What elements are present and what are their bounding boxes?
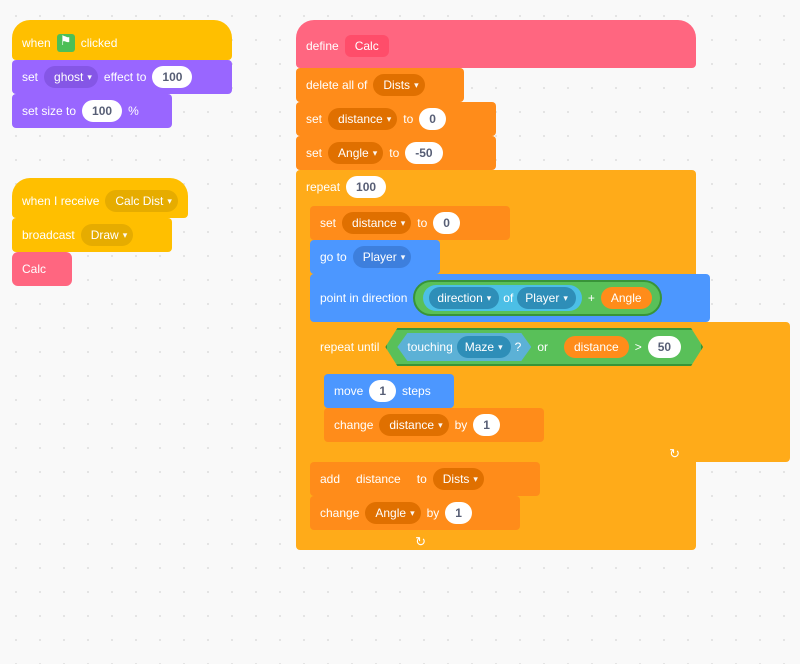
label: move <box>334 384 363 398</box>
dropdown-broadcast[interactable]: Draw <box>81 224 134 246</box>
block-go-to-player[interactable]: go to Player <box>310 240 440 274</box>
label: go to <box>320 250 347 264</box>
label: set <box>306 112 322 126</box>
label: change <box>320 506 359 520</box>
input-one[interactable]: 1 <box>473 414 500 436</box>
block-change-distance-1[interactable]: change distance by 1 <box>324 408 544 442</box>
block-change-angle-1[interactable]: change Angle by 1 <box>310 496 520 530</box>
label: to <box>389 146 399 160</box>
dropdown-direction[interactable]: direction <box>429 287 499 309</box>
label: effect to <box>104 70 146 84</box>
label: of <box>503 291 513 305</box>
dropdown-message[interactable]: Calc Dist <box>105 190 178 212</box>
block-set-distance-0b[interactable]: set distance to 0 <box>310 206 510 240</box>
green-flag-icon <box>57 34 75 52</box>
dropdown-var-angle[interactable]: Angle <box>328 142 383 164</box>
label: define <box>306 39 339 53</box>
input-neg50[interactable]: -50 <box>405 142 442 164</box>
dropdown-var-distance[interactable]: distance <box>342 212 411 234</box>
stack-define-calc[interactable]: define Calc delete all of Dists set dist… <box>296 20 696 550</box>
hat-define-calc[interactable]: define Calc <box>296 20 696 68</box>
hat-when-flag-clicked[interactable]: when clicked <box>12 20 232 60</box>
input-effect-value[interactable]: 100 <box>152 66 192 88</box>
label: when I receive <box>22 194 99 208</box>
label: add <box>320 472 340 486</box>
input-one[interactable]: 1 <box>445 502 472 524</box>
dropdown-effect[interactable]: ghost <box>44 66 98 88</box>
dropdown-player[interactable]: Player <box>517 287 576 309</box>
define-proc-name: Calc <box>345 35 389 57</box>
operator-gt[interactable]: distance > 50 <box>554 333 691 361</box>
label: or <box>537 340 548 354</box>
block-call-calc[interactable]: Calc <box>12 252 72 286</box>
loop-arrow-icon: ↻ <box>415 534 426 550</box>
label: by <box>427 506 440 520</box>
block-repeat-100[interactable]: repeat 100 set distance to 0 go to Playe… <box>296 170 696 550</box>
block-set-ghost-effect[interactable]: set ghost effect to 100 <box>12 60 232 94</box>
operator-plus[interactable]: direction of Player + Angle <box>413 280 661 316</box>
block-set-distance-0a[interactable]: set distance to 0 <box>296 102 496 136</box>
loop-arrow-icon: ↻ <box>669 446 680 462</box>
var-distance-reporter[interactable]: distance <box>564 336 629 358</box>
label: to <box>417 472 427 486</box>
label: by <box>455 418 468 432</box>
label: when <box>22 36 51 50</box>
label: set <box>22 70 38 84</box>
label: steps <box>402 384 431 398</box>
label: change <box>334 418 373 432</box>
block-repeat-until[interactable]: repeat until touching Maze ? or distance… <box>310 322 790 462</box>
dropdown-list-dists[interactable]: Dists <box>373 74 424 96</box>
label: to <box>417 216 427 230</box>
input-zero[interactable]: 0 <box>433 212 460 234</box>
var-angle-reporter[interactable]: Angle <box>601 287 652 309</box>
dropdown-list-dists[interactable]: Dists <box>433 468 484 490</box>
label: clicked <box>81 36 118 50</box>
block-add-distance-dists[interactable]: add distance to Dists <box>310 462 540 496</box>
input-zero[interactable]: 0 <box>419 108 446 130</box>
sensing-direction-of-player[interactable]: direction of Player <box>423 285 581 311</box>
label: ? <box>515 340 522 354</box>
label: repeat until <box>320 340 379 354</box>
label: repeat <box>306 180 340 194</box>
dropdown-var-distance[interactable]: distance <box>328 108 397 130</box>
label: set <box>306 146 322 160</box>
block-move-1[interactable]: move 1 steps <box>324 374 454 408</box>
label: broadcast <box>22 228 75 242</box>
label: delete all of <box>306 78 367 92</box>
block-set-size[interactable]: set size to 100 % <box>12 94 172 128</box>
dropdown-touch-maze[interactable]: Maze <box>457 336 511 358</box>
label: % <box>128 104 139 118</box>
block-broadcast[interactable]: broadcast Draw <box>12 218 172 252</box>
label: > <box>635 340 642 354</box>
dropdown-var-distance[interactable]: distance <box>379 414 448 436</box>
stack-whenflag[interactable]: when clicked set ghost effect to 100 set… <box>12 20 232 128</box>
block-point-in-direction[interactable]: point in direction direction of Player +… <box>310 274 710 322</box>
stack-receive[interactable]: when I receive Calc Dist broadcast Draw … <box>12 178 188 286</box>
block-set-angle-neg50[interactable]: set Angle to -50 <box>296 136 496 170</box>
sensing-touching-maze[interactable]: touching Maze ? <box>397 333 531 361</box>
input-repeat-count[interactable]: 100 <box>346 176 386 198</box>
input-size-value[interactable]: 100 <box>82 100 122 122</box>
label: + <box>588 291 595 305</box>
label: touching <box>407 340 452 354</box>
var-distance-reporter[interactable]: distance <box>346 468 411 490</box>
block-delete-all-dists[interactable]: delete all of Dists <box>296 68 464 102</box>
hat-when-receive[interactable]: when I receive Calc Dist <box>12 178 188 218</box>
operator-or[interactable]: touching Maze ? or distance > 50 <box>385 328 703 366</box>
input-fifty[interactable]: 50 <box>648 336 681 358</box>
input-move-steps[interactable]: 1 <box>369 380 396 402</box>
label: set <box>320 216 336 230</box>
dropdown-goto-player[interactable]: Player <box>353 246 412 268</box>
dropdown-var-angle[interactable]: Angle <box>365 502 420 524</box>
label: to <box>403 112 413 126</box>
label: Calc <box>22 262 46 276</box>
label: point in direction <box>320 291 407 305</box>
label: set size to <box>22 104 76 118</box>
